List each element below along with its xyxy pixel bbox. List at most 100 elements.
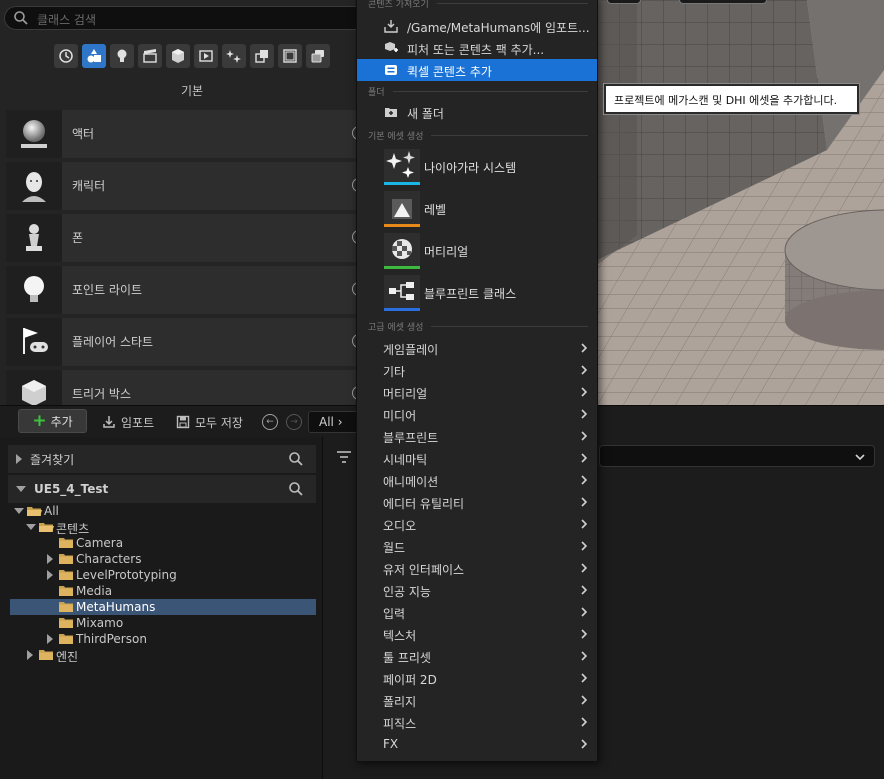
recent-clock-icon	[59, 49, 73, 63]
category-tab-all-classes-sparkle[interactable]	[222, 44, 246, 68]
blueprint-class-icon	[389, 282, 414, 300]
viewport-button-2[interactable]	[679, 0, 767, 4]
search-icon[interactable]	[288, 451, 304, 467]
quixel-tooltip: 프로젝트에 메가스캔 및 DHI 에셋을 추가합니다.	[604, 84, 859, 114]
expand-arrow-icon[interactable]	[14, 508, 24, 514]
submenu-item[interactable]: 텍스처	[357, 623, 597, 645]
actor-item[interactable]: 플레이어 스타트	[6, 318, 384, 366]
tree-row[interactable]: ThirdPerson	[10, 631, 316, 647]
plus-icon: +	[32, 411, 47, 431]
submenu-item[interactable]: 에디터 유틸리티	[357, 491, 597, 513]
submenu-item[interactable]: FX	[357, 733, 597, 755]
project-header[interactable]: UE5_4_Test	[8, 475, 316, 503]
tree-row[interactable]: Camera	[10, 535, 316, 551]
submenu-item[interactable]: 미디어	[357, 403, 597, 425]
category-tab-geometry[interactable]	[250, 44, 274, 68]
collapse-arrow-icon[interactable]	[47, 570, 53, 580]
tree-row[interactable]: Mixamo	[10, 615, 316, 631]
menu-item-import[interactable]: 퀵셀 콘텐츠 추가	[357, 59, 597, 81]
back-arrow-icon[interactable]: ←	[262, 414, 278, 430]
collapse-arrow-icon[interactable]	[27, 650, 33, 660]
submenu-item[interactable]: 월드	[357, 535, 597, 557]
submenu-item[interactable]: 시네마틱	[357, 447, 597, 469]
submenu-item[interactable]: 폴리지	[357, 689, 597, 711]
expand-arrow-icon	[16, 486, 26, 492]
submenu-item[interactable]: 블루프린트	[357, 425, 597, 447]
submenu-item[interactable]: 페이퍼 2D	[357, 667, 597, 689]
submenu-item[interactable]: 피직스	[357, 711, 597, 733]
folder-icon	[59, 554, 73, 564]
tree-row[interactable]: Media	[10, 583, 316, 599]
submenu-item[interactable]: 애니메이션	[357, 469, 597, 491]
submenu-item[interactable]: 게임플레이	[357, 337, 597, 359]
section-title: 폴더	[368, 88, 385, 98]
favorites-header[interactable]: 즐겨찾기	[8, 445, 316, 473]
category-tab-light-bulb[interactable]	[110, 44, 134, 68]
class-search-input[interactable]: 클래스 검색	[4, 6, 384, 30]
tree-row[interactable]: MetaHumans	[10, 599, 316, 615]
chevron-down-icon[interactable]	[854, 451, 866, 463]
menu-item-import[interactable]: 피처 또는 콘텐츠 팩 추가...	[357, 37, 597, 59]
submenu-item[interactable]: 툴 프리셋	[357, 645, 597, 667]
submenu-label: FX	[383, 737, 399, 751]
level-viewport[interactable]	[597, 0, 884, 405]
search-icon[interactable]	[288, 481, 304, 497]
collapse-arrow-icon[interactable]	[47, 634, 53, 644]
submenu-label: 페이퍼 2D	[383, 673, 437, 687]
submenu-item[interactable]: 유저 인터페이스	[357, 557, 597, 579]
actor-item[interactable]: 폰	[6, 214, 384, 262]
submenu-item[interactable]: 머티리얼	[357, 381, 597, 403]
tree-row[interactable]: Characters	[10, 551, 316, 567]
submenu-label: 텍스처	[383, 629, 417, 643]
tree-label: ThirdPerson	[76, 632, 147, 646]
collapse-arrow-icon[interactable]	[47, 554, 53, 564]
submenu-item[interactable]: 인공 지능	[357, 579, 597, 601]
category-tab-panel[interactable]	[278, 44, 302, 68]
collapse-arrow-icon	[16, 454, 22, 464]
asset-create-item[interactable]: 블루프린트 클래스	[357, 275, 597, 313]
tree-row[interactable]: All	[10, 503, 316, 519]
menu-item-label: 피처 또는 콘텐츠 팩 추가...	[407, 43, 545, 57]
category-tab-shapes-basic[interactable]	[82, 44, 106, 68]
tree-row[interactable]: LevelPrototyping	[10, 567, 316, 583]
submenu-item[interactable]: 기타	[357, 359, 597, 381]
import-label: 임포트	[121, 415, 155, 430]
menu-item-label: 퀵셀 콘텐츠 추가	[407, 65, 492, 79]
asset-create-item[interactable]: 나이아가라 시스템	[357, 149, 597, 187]
tree-label: Media	[76, 584, 113, 598]
expand-arrow-icon[interactable]	[26, 524, 36, 530]
path-breadcrumb-all[interactable]: All ›	[308, 411, 358, 433]
add-button[interactable]: + 추가	[18, 409, 87, 433]
asset-create-item[interactable]: 머티리얼	[357, 233, 597, 271]
asset-create-item[interactable]: 레벨	[357, 191, 597, 229]
new-folder-item[interactable]: 새 폴더	[357, 101, 597, 123]
category-tab-cinematic-clapper[interactable]	[138, 44, 162, 68]
category-tab-visual-effects-cube[interactable]	[166, 44, 190, 68]
viewport-button-1[interactable]	[607, 0, 641, 4]
actor-item[interactable]: 액터	[6, 110, 384, 158]
submenu-item[interactable]: 입력	[357, 601, 597, 623]
actor-label: 플레이어 스타트	[72, 335, 154, 349]
submenu-item[interactable]: 오디오	[357, 513, 597, 535]
save-all-button[interactable]: 모두 저장	[176, 412, 243, 432]
actor-item[interactable]: 트리거 박스	[6, 370, 384, 405]
tree-row[interactable]: 콘텐츠	[10, 519, 316, 536]
submenu-label: 애니메이션	[383, 475, 439, 489]
actor-thumbnail	[6, 214, 62, 262]
forward-arrow-icon[interactable]: →	[286, 414, 302, 430]
import-button[interactable]: 임포트	[102, 412, 154, 432]
asset-type-color-bar	[384, 308, 420, 311]
asset-search-field[interactable]	[599, 445, 875, 467]
tree-row[interactable]: 엔진	[10, 647, 316, 664]
project-label: UE5_4_Test	[34, 482, 109, 496]
sources-panel: 즐겨찾기 UE5_4_Test All 콘텐츠 Camera Characters Le…	[0, 437, 322, 779]
actor-item[interactable]: 캐릭터	[6, 162, 384, 210]
actor-item[interactable]: 포인트 라이트	[6, 266, 384, 314]
chevron-right-icon	[581, 607, 587, 617]
asset-label: 레벨	[424, 203, 447, 217]
category-tab-recent-clock[interactable]	[54, 44, 78, 68]
menu-item-import[interactable]: /Game/MetaHumans에 임포트...	[357, 15, 597, 37]
category-tab-volume[interactable]	[194, 44, 218, 68]
filter-icon[interactable]	[337, 451, 351, 463]
category-tab-stack[interactable]	[306, 44, 330, 68]
